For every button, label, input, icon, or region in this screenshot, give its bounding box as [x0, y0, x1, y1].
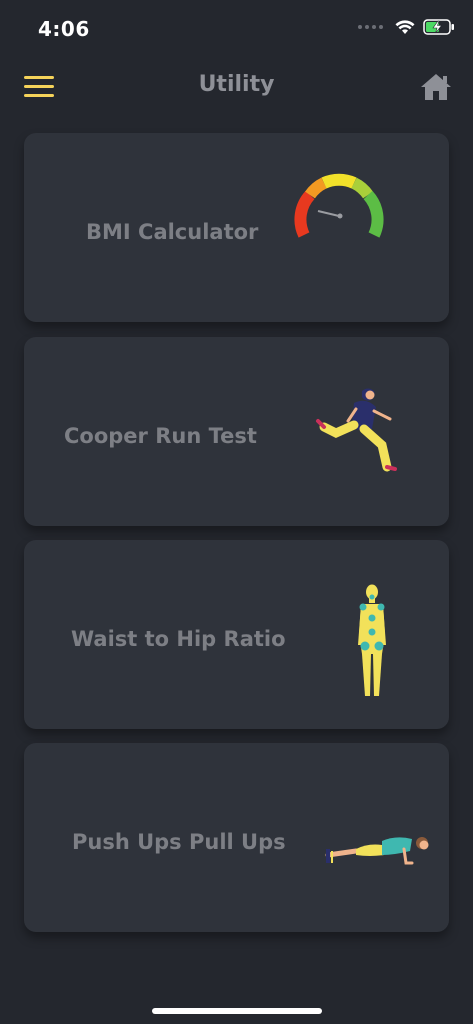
- push-ups-pull-ups-card[interactable]: Push Ups Pull Ups: [24, 743, 449, 932]
- status-time: 4:06: [38, 17, 90, 41]
- speedometer-gauge-icon: [294, 173, 384, 238]
- home-icon[interactable]: [419, 72, 453, 102]
- cellular-signal-icon: [358, 25, 383, 29]
- bmi-calculator-card[interactable]: BMI Calculator: [24, 133, 449, 322]
- body-figure-icon: [358, 584, 386, 696]
- pushup-person-icon: [325, 837, 429, 865]
- battery-charging-icon: [423, 19, 454, 35]
- page-title: Utility: [198, 72, 275, 97]
- status-bar: 4:06: [0, 0, 473, 60]
- running-person-icon: [316, 388, 397, 472]
- cooper-run-test-card[interactable]: Cooper Run Test: [24, 337, 449, 526]
- card-label: BMI Calculator: [86, 220, 259, 244]
- status-icons: [358, 19, 455, 35]
- card-label: Push Ups Pull Ups: [72, 830, 286, 854]
- card-label: Cooper Run Test: [64, 424, 257, 448]
- home-indicator[interactable]: [152, 1008, 322, 1014]
- app-header: Utility: [0, 62, 473, 116]
- wifi-icon: [395, 19, 415, 34]
- card-label: Waist to Hip Ratio: [71, 627, 286, 651]
- waist-to-hip-ratio-card[interactable]: Waist to Hip Ratio: [24, 540, 449, 729]
